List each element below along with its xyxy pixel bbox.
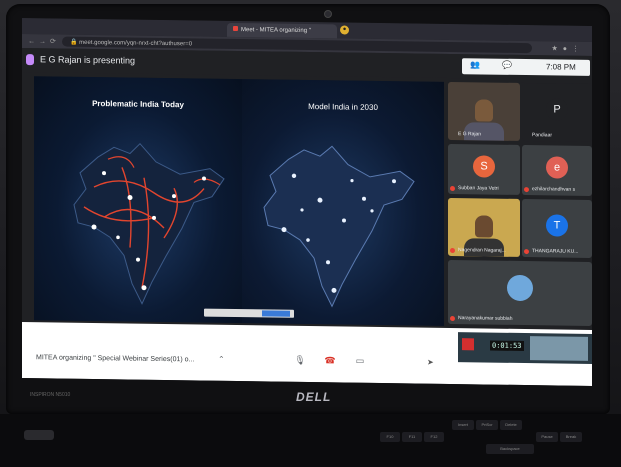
mic-muted-icon (524, 249, 529, 255)
participant-tile-2[interactable]: S Subban Jaya Vetri (448, 143, 520, 195)
chat-icon[interactable]: 💬 (502, 61, 512, 70)
record-stop-button[interactable] (462, 338, 474, 351)
key: Delete (500, 420, 522, 430)
meeting-title[interactable]: MITEA organizing " Special Webinar Serie… (36, 354, 194, 363)
shared-slide: Problematic India Today Model India in 2… (34, 76, 444, 326)
key: Break (560, 432, 582, 442)
mic-muted-icon (450, 315, 455, 322)
participant-initial: T (546, 213, 568, 237)
key: PrtScr (476, 420, 498, 430)
participant-initial: P (546, 97, 568, 121)
mic-icon[interactable]: 🎙 (292, 352, 308, 368)
participant-tile-1[interactable]: P Pandiaar (522, 83, 592, 142)
meet-bottom-bar: MITEA organizing " Special Webinar Serie… (22, 322, 592, 386)
header-buttons: 👥 💬 7:08 PM (462, 58, 590, 76)
camera-icon[interactable]: ▭ (352, 353, 368, 369)
key: Insert (452, 420, 474, 430)
chevron-up-icon[interactable]: ⌃ (218, 355, 225, 364)
slide-caption-bar (204, 308, 294, 318)
participant-tile-3[interactable]: e ezhilarchandhvan s (522, 145, 592, 196)
participant-name: Narayanakumar subbiah (458, 315, 513, 322)
lock-icon: 🔒 (70, 39, 80, 46)
participant-name: ezhilarchandhvan s (532, 186, 576, 193)
speaking-indicator-icon (26, 54, 34, 66)
clock: 7:08 PM (546, 62, 576, 72)
presenter-label: E G Rajan is presenting (40, 54, 136, 66)
participant-tile-5[interactable]: T THANGARAJU KU... (522, 199, 592, 258)
avatar (507, 274, 533, 302)
participant-name: Nagendran Nagaraj... (458, 247, 506, 254)
key: F12 (424, 432, 444, 442)
hang-up-icon[interactable]: ☎ (322, 352, 338, 368)
slide-panel-left: Problematic India Today (34, 76, 242, 324)
browser-extension-icons[interactable]: ★●⋮ (551, 44, 584, 52)
extension-icon[interactable]: ● (340, 25, 349, 35)
power-button (24, 430, 54, 440)
india-map-problematic (73, 142, 225, 305)
meet-favicon-icon (233, 25, 238, 32)
tab-title: Meet - MITEA organizing " (241, 27, 311, 35)
participant-name: E G Rajan (458, 131, 482, 138)
nav-buttons[interactable]: ←→⟳ (28, 37, 60, 45)
url-text: meet.google.com/yqn-nrxt-cht?authuser=0 (79, 39, 193, 48)
mic-muted-icon (524, 187, 529, 193)
brand-logo: DELL (296, 390, 332, 404)
participant-tile-0[interactable]: E G Rajan (448, 81, 520, 141)
key: F11 (402, 432, 422, 442)
mic-muted-icon (450, 247, 455, 254)
model-label: INSPIRON N5010 (30, 392, 71, 398)
recorder-tool-buttons[interactable] (530, 336, 588, 361)
participant-initial: e (546, 156, 568, 179)
participant-video (475, 99, 493, 122)
participant-tiles: E G Rajan P Pandiaar S Subban Jaya Vetri… (448, 81, 592, 334)
key: Pause (536, 432, 558, 442)
photo-scene: Meet - MITEA organizing " ● ←→⟳ 🔒 meet.g… (0, 0, 621, 467)
people-icon[interactable]: 👥 (470, 60, 480, 69)
laptop-screen: Meet - MITEA organizing " ● ←→⟳ 🔒 meet.g… (22, 18, 592, 386)
screen-recorder-widget: 0:01:53 (458, 332, 592, 364)
participant-tile-6[interactable]: Narayanakumar subbiah (448, 259, 592, 326)
key: Backspace (486, 444, 534, 454)
mouse-cursor-icon: ➤ (427, 357, 434, 367)
participant-name: Subban Jaya Vetri (458, 185, 499, 192)
participant-tile-4[interactable]: Nagendran Nagaraj... (448, 197, 520, 257)
participant-name: THANGARAJU KU... (532, 248, 579, 255)
key: F10 (380, 432, 400, 442)
recorder-timer: 0:01:53 (490, 340, 524, 352)
participant-name: Pandiaar (532, 132, 553, 139)
slide-panel-right: Model India in 2030 (242, 79, 444, 326)
india-map-model (263, 145, 415, 308)
participant-initial: S (473, 155, 495, 178)
mic-muted-icon (450, 185, 455, 192)
webcam (324, 10, 332, 18)
keyboard: Insert PrtScr Delete F10 F11 F12 Backspa… (0, 414, 621, 467)
participant-video (475, 215, 493, 238)
slide-caption-button (262, 310, 290, 317)
tab-meet[interactable]: Meet - MITEA organizing " (227, 22, 337, 39)
